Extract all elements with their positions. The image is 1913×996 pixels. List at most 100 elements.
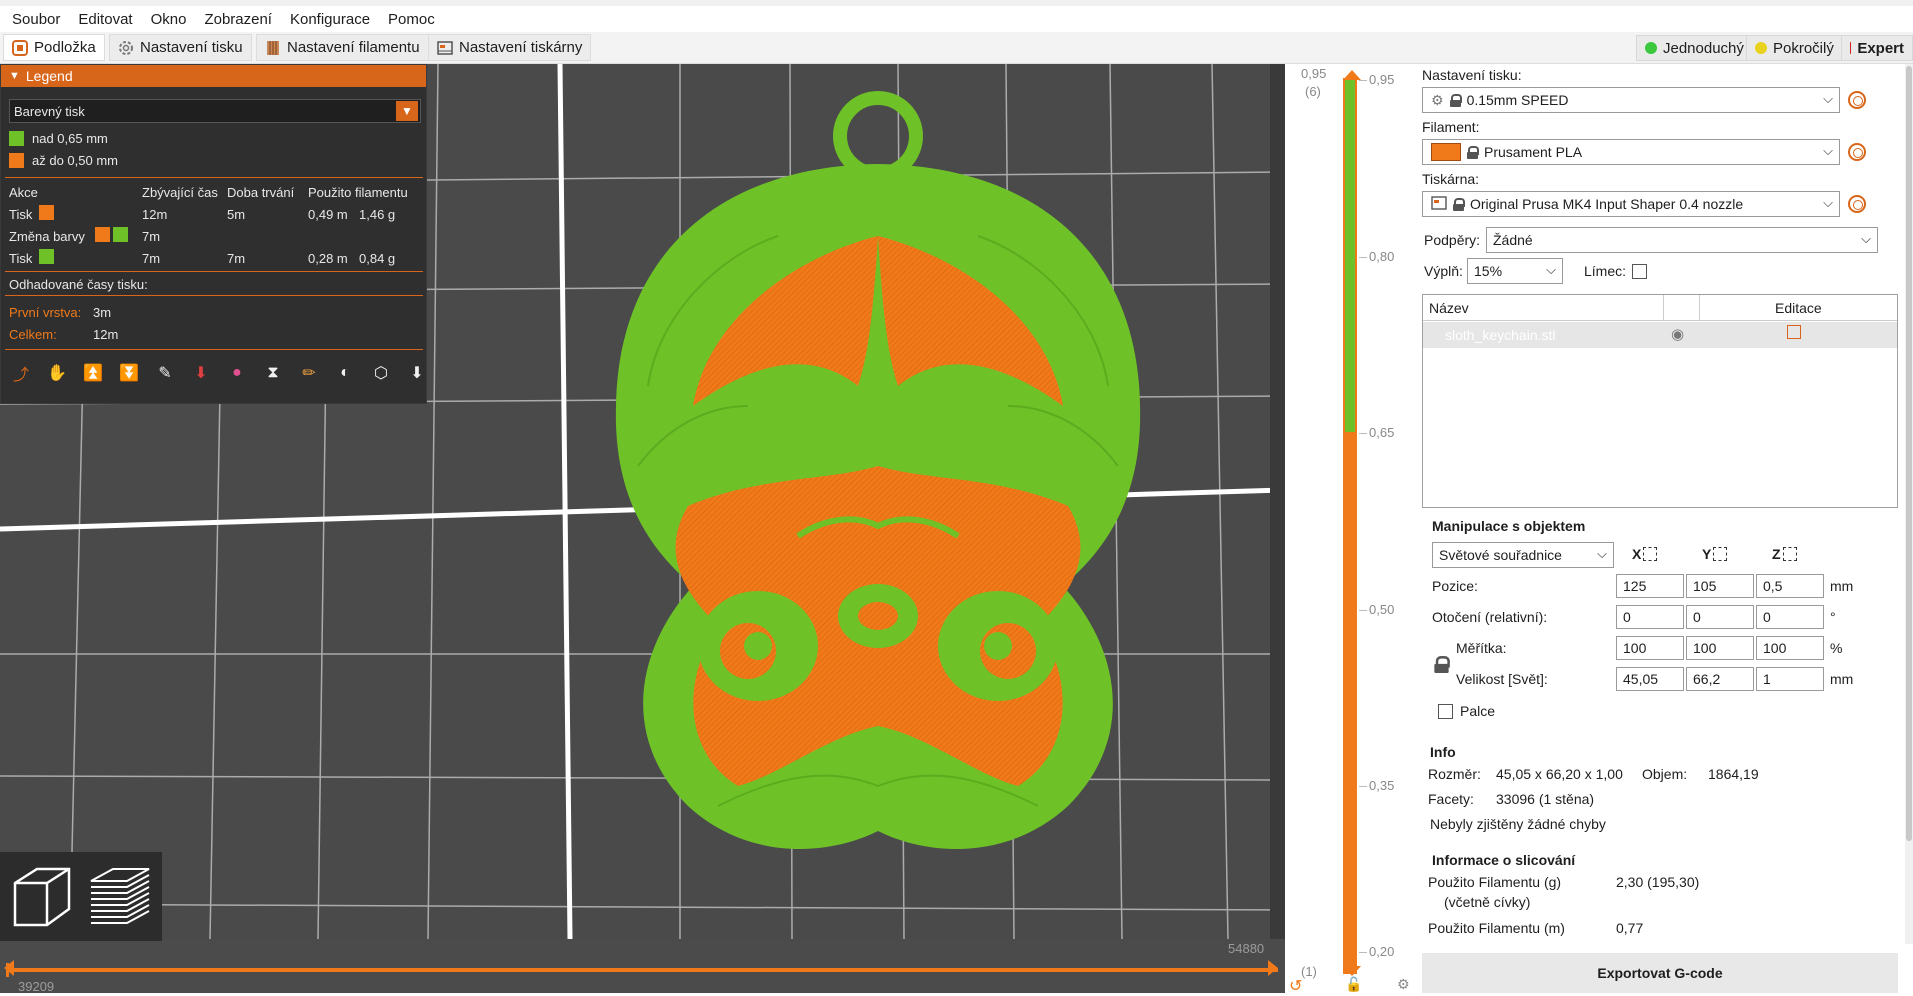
- print-profile-combo[interactable]: ⚙ 0.15mm SPEED ⌵: [1422, 87, 1840, 113]
- mode-simple-button[interactable]: Jednoduchý: [1636, 35, 1753, 61]
- printer-profile-combo[interactable]: Original Prusa MK4 Input Shaper 0.4 nozz…: [1422, 191, 1840, 217]
- tool-changes-icon[interactable]: ⬇: [189, 361, 213, 385]
- travel-icon[interactable]: ⤴: [9, 361, 33, 385]
- column-edit-header[interactable]: Editace: [1775, 300, 1822, 316]
- rotation-z-input[interactable]: 0: [1756, 605, 1824, 629]
- inches-checkbox[interactable]: [1438, 704, 1453, 719]
- supports-label: Podpěry:: [1424, 232, 1481, 248]
- rotation-unit: °: [1830, 609, 1836, 625]
- tab-plater-label: Podložka: [34, 39, 96, 56]
- layer-track-green[interactable]: [1343, 78, 1357, 432]
- layer-track-orange[interactable]: [1343, 432, 1357, 974]
- printer-profile-value: Original Prusa MK4 Input Shaper 0.4 nozz…: [1470, 196, 1744, 212]
- tab-print-settings[interactable]: Nastavení tisku: [109, 34, 252, 61]
- menu-file[interactable]: Soubor: [12, 11, 60, 28]
- size-label: Velikost [Svět]:: [1456, 671, 1548, 687]
- export-gcode-label: Exportovat G-code: [1597, 965, 1723, 981]
- mode-expert-button[interactable]: Expert: [1841, 35, 1913, 61]
- pause-prints-icon[interactable]: ⧗: [261, 361, 285, 385]
- column-name-header[interactable]: Název: [1429, 300, 1469, 316]
- print-settings-gear-icon[interactable]: [1848, 91, 1866, 109]
- printer-settings-gear-icon[interactable]: [1848, 195, 1866, 213]
- used-filament-g-label: Použito Filamentu (g): [1428, 874, 1562, 890]
- divider: [5, 295, 423, 296]
- position-x-input[interactable]: 125: [1616, 574, 1684, 598]
- filament-color-swatch[interactable]: [1431, 143, 1461, 161]
- retractions-icon[interactable]: ⏫: [81, 361, 105, 385]
- filament-settings-gear-icon[interactable]: [1848, 143, 1866, 161]
- sloth-keychain-model[interactable]: [598, 86, 1158, 866]
- rotation-z-value: 0: [1763, 609, 1771, 625]
- size-x-value: 45,05: [1623, 671, 1659, 687]
- center-of-gravity-icon[interactable]: ◐: [333, 361, 357, 385]
- used-filament-g-sublabel: (včetně cívky): [1444, 894, 1531, 910]
- infill-label: Výplň:: [1424, 263, 1463, 279]
- uniform-scale-lock-icon[interactable]: [1434, 656, 1450, 673]
- mode-advanced-button[interactable]: Pokročilý: [1746, 35, 1843, 61]
- position-z-input[interactable]: 0,5: [1756, 574, 1824, 598]
- tab-printer-settings-label: Nastavení tiskárny: [459, 39, 583, 56]
- tab-printer-settings[interactable]: Nastavení tiskárny: [428, 34, 592, 61]
- scrollbar-thumb[interactable]: [1906, 66, 1912, 841]
- rotation-y-input[interactable]: 0: [1686, 605, 1754, 629]
- position-y-value: 105: [1693, 578, 1717, 594]
- object-list: Název Editace sloth_keychain.stl ◉: [1422, 294, 1898, 508]
- lock-icon[interactable]: 🔓: [1345, 976, 1362, 993]
- eye-icon[interactable]: ◉: [1671, 325, 1684, 343]
- size-x-input[interactable]: 45,05: [1616, 667, 1684, 691]
- sidebar-scrollbar[interactable]: [1905, 64, 1913, 944]
- menu-configuration[interactable]: Konfigurace: [290, 11, 370, 28]
- legend-header[interactable]: ▼ Legend: [1, 65, 426, 87]
- 3d-viewport[interactable]: ▼ Legend Barevný tisk ▼ nad 0,65 mm až d…: [0, 64, 1420, 993]
- menu-window[interactable]: Okno: [151, 11, 187, 28]
- tab-plater[interactable]: Podložka: [3, 34, 105, 61]
- color-changes-icon[interactable]: ●: [225, 361, 249, 385]
- brim-checkbox[interactable]: [1632, 264, 1647, 279]
- slider-right-thumb[interactable]: [1268, 960, 1278, 976]
- custom-gcodes-icon[interactable]: ✏: [297, 361, 321, 385]
- lower-thumb[interactable]: [1343, 966, 1361, 976]
- bottom-layer-index: (1): [1301, 964, 1317, 979]
- 3d-view-cube-icon[interactable]: [6, 860, 78, 932]
- revert-icon[interactable]: ↺: [1289, 976, 1302, 996]
- menu-help[interactable]: Pomoc: [388, 11, 435, 28]
- view-type-select[interactable]: Barevný tisk ▼: [9, 99, 421, 123]
- position-label: Pozice:: [1432, 578, 1478, 594]
- infill-combo[interactable]: 15% ⌵: [1467, 258, 1563, 284]
- menu-view[interactable]: Zobrazení: [204, 11, 272, 28]
- position-y-input[interactable]: 105: [1686, 574, 1754, 598]
- horizontal-moves-slider[interactable]: [6, 963, 1278, 977]
- deretractions-icon[interactable]: ⏬: [117, 361, 141, 385]
- edit-object-icon[interactable]: [1787, 325, 1801, 339]
- rotation-x-input[interactable]: 0: [1616, 605, 1684, 629]
- size-z-input[interactable]: 1: [1756, 667, 1824, 691]
- slice-info-title: Informace o slicování: [1432, 852, 1576, 868]
- shells-icon[interactable]: ⬡: [369, 361, 393, 385]
- scale-y-input[interactable]: 100: [1686, 636, 1754, 660]
- scale-x-input[interactable]: 100: [1616, 636, 1684, 660]
- filament-profile-combo[interactable]: Prusament PLA ⌵: [1422, 139, 1840, 165]
- menu-bar: Soubor Editovat Okno Zobrazení Konfigura…: [0, 0, 1913, 32]
- tool-marker-icon[interactable]: ⬇: [405, 361, 429, 385]
- right-sidebar: Nastavení tisku: ⚙ 0.15mm SPEED ⌵ Filame…: [1420, 64, 1913, 993]
- layer-tick: 0,35: [1359, 778, 1394, 793]
- supports-combo[interactable]: Žádné ⌵: [1486, 227, 1878, 253]
- size-y-input[interactable]: 66,2: [1686, 667, 1754, 691]
- inches-label: Palce: [1460, 703, 1496, 719]
- menu-edit[interactable]: Editovat: [78, 11, 132, 28]
- wipe-icon[interactable]: ✋: [45, 361, 69, 385]
- seams-icon[interactable]: ✎: [153, 361, 177, 385]
- layers-view-icon[interactable]: [84, 860, 156, 932]
- export-gcode-button[interactable]: Exportovat G-code: [1422, 953, 1898, 993]
- scale-z-input[interactable]: 100: [1756, 636, 1824, 660]
- legend-item: až do 0,50 mm: [9, 153, 118, 168]
- cog-icon[interactable]: ⚙: [1397, 976, 1410, 993]
- layer-slider-panel: 0,95 (6) 0,95 0,80 0,65 0,50 0,35 0,20 (…: [1285, 64, 1420, 996]
- slider-left-thumb[interactable]: [4, 960, 14, 976]
- object-row[interactable]: sloth_keychain.stl ◉: [1423, 322, 1897, 348]
- coordinates-select[interactable]: Světové souřadnice ⌵: [1432, 542, 1614, 568]
- printer-icon: [437, 40, 453, 56]
- tab-filament-settings[interactable]: Nastavení filamentu: [256, 34, 429, 61]
- layer-tick: 0,20: [1359, 944, 1394, 959]
- coordinates-value: Světové souřadnice: [1439, 547, 1562, 563]
